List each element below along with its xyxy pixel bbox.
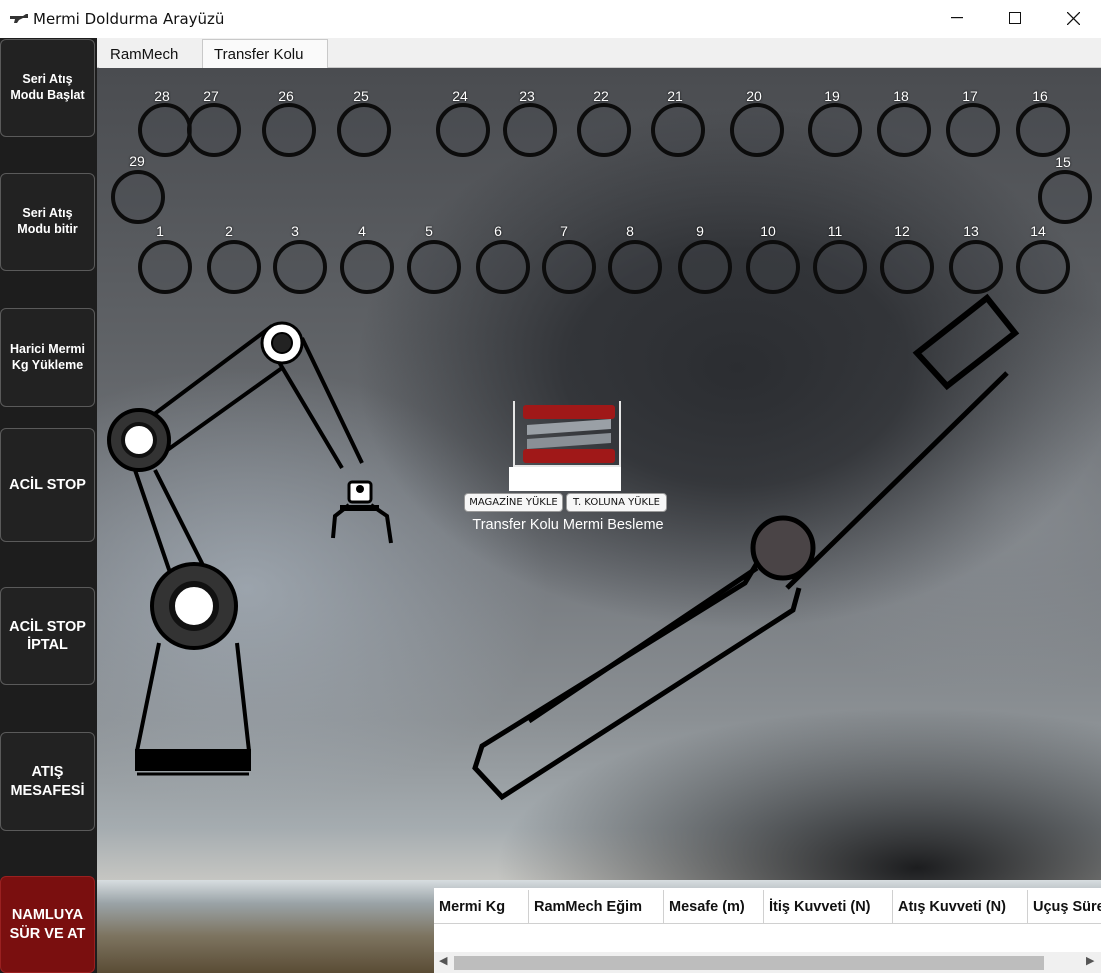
external-ammo-kg-load-button[interactable]: Harici Mermi Kg Yükleme xyxy=(0,308,95,407)
slot-number-label: 2 xyxy=(225,223,233,239)
magazine-slot-ring[interactable] xyxy=(1038,170,1092,224)
slot-number-label: 5 xyxy=(425,223,433,239)
feeder-caption: Transfer Kolu Mermi Besleme xyxy=(472,517,664,533)
slot-number-label: 18 xyxy=(893,88,909,104)
slot-number-label: 4 xyxy=(358,223,366,239)
slot-number-label: 7 xyxy=(560,223,568,239)
magazine-slot-ring[interactable] xyxy=(808,103,862,157)
magazine-slot-ring[interactable] xyxy=(946,103,1000,157)
slot-number-label: 26 xyxy=(278,88,294,104)
scroll-left-icon[interactable]: ◀ xyxy=(439,954,447,967)
magazine-slot-ring[interactable] xyxy=(577,103,631,157)
robot-arm-base xyxy=(135,749,251,771)
slot-number-label: 23 xyxy=(519,88,535,104)
magazine-slot-ring[interactable] xyxy=(949,240,1003,294)
emergency-stop-button[interactable]: ACİL STOP xyxy=(0,428,95,542)
slot-number-label: 24 xyxy=(452,88,468,104)
scroll-right-icon[interactable]: ▶ xyxy=(1086,954,1094,967)
magazine-slot-ring[interactable] xyxy=(262,103,316,157)
slot-number-label: 25 xyxy=(353,88,369,104)
magazine-slot-ring[interactable] xyxy=(207,240,261,294)
magazine-slot-ring[interactable] xyxy=(651,103,705,157)
feeder-magazine xyxy=(509,401,621,491)
transfer-arm-pivot xyxy=(750,515,816,581)
gun-icon xyxy=(10,14,28,23)
magazine-slot-ring[interactable] xyxy=(877,103,931,157)
column-header[interactable]: RamMech Eğim xyxy=(529,890,664,924)
close-button[interactable] xyxy=(1044,0,1101,36)
magazine-slot-ring[interactable] xyxy=(880,240,934,294)
magazine-slot-ring[interactable] xyxy=(608,240,662,294)
magazine-slot-ring[interactable] xyxy=(1016,103,1070,157)
firing-distance-button[interactable]: ATIŞ MESAFESİ xyxy=(0,732,95,831)
magazine-slot-ring[interactable] xyxy=(503,103,557,157)
slot-number-label: 9 xyxy=(696,223,704,239)
column-header[interactable]: Uçuş Süre xyxy=(1028,890,1101,924)
slot-number-label: 19 xyxy=(824,88,840,104)
magazine-slot-ring[interactable] xyxy=(813,240,867,294)
slot-number-label: 27 xyxy=(203,88,219,104)
slot-number-label: 11 xyxy=(827,223,843,239)
load-transfer-arm-button[interactable]: T. KOLUNA YÜKLE xyxy=(566,493,667,512)
slot-number-label: 15 xyxy=(1055,154,1071,170)
column-header[interactable]: Mermi Kg xyxy=(434,890,529,924)
slot-number-label: 13 xyxy=(963,223,979,239)
column-header[interactable]: Atış Kuvveti (N) xyxy=(893,890,1028,924)
magazine-slot-ring[interactable] xyxy=(730,103,784,157)
magazine-slot-ring[interactable] xyxy=(436,103,490,157)
tab-bar: RamMech Transfer Kolu xyxy=(97,38,1101,68)
magazine-slot-ring[interactable] xyxy=(337,103,391,157)
slot-number-label: 8 xyxy=(626,223,634,239)
magazine-tray xyxy=(509,467,621,491)
slot-number-label: 3 xyxy=(291,223,299,239)
slot-number-label: 6 xyxy=(494,223,502,239)
title-bar: Mermi Doldurma Arayüzü xyxy=(0,0,1101,38)
magazine-slot-ring[interactable] xyxy=(187,103,241,157)
emergency-stop-cancel-button[interactable]: ACİL STOP İPTAL xyxy=(0,587,95,685)
magazine-slot-ring[interactable] xyxy=(678,240,732,294)
robot-arm xyxy=(107,321,393,776)
transfer-arm-scene: 28 27 26 25 24 23 22 21 20 19 18 17 16 1 2 3 4 5 6 7 8 9 10 11 1… xyxy=(97,68,1101,973)
magazine-slot-ring[interactable] xyxy=(273,240,327,294)
maximize-button[interactable] xyxy=(986,0,1044,36)
scrollbar-thumb[interactable] xyxy=(454,956,1044,970)
slot-number-label: 10 xyxy=(760,223,776,239)
magazine-slot-ring[interactable] xyxy=(542,240,596,294)
tab-transfer-kolu[interactable]: Transfer Kolu xyxy=(202,39,328,68)
magazine-slot-ring[interactable] xyxy=(138,240,192,294)
slot-number-label: 14 xyxy=(1030,223,1046,239)
table-header-row: Mermi Kg RamMech Eğim Mesafe (m) İtiş Ku… xyxy=(434,890,1101,924)
magazine-slot-rings xyxy=(111,103,1092,294)
tab-rammech[interactable]: RamMech xyxy=(99,40,203,68)
minimize-button[interactable] xyxy=(928,0,986,36)
slot-number-label: 1 xyxy=(156,223,164,239)
slot-number-label: 16 xyxy=(1032,88,1048,104)
magazine-frame xyxy=(513,401,621,467)
magazine-slot-ring[interactable] xyxy=(138,103,192,157)
window-title: Mermi Doldurma Arayüzü xyxy=(33,10,225,28)
column-header[interactable]: İtiş Kuvveti (N) xyxy=(764,890,893,924)
sidebar: Seri Atış Modu Başlat Seri Atış Modu bit… xyxy=(0,38,97,973)
slot-number-label: 21 xyxy=(667,88,683,104)
magazine-slot-ring[interactable] xyxy=(746,240,800,294)
slot-number-label: 22 xyxy=(593,88,609,104)
magazine-slot-ring[interactable] xyxy=(340,240,394,294)
magazine-slot-ring[interactable] xyxy=(111,170,165,224)
horizontal-scrollbar[interactable]: ◀ ▶ xyxy=(434,952,1101,973)
slot-number-label: 17 xyxy=(962,88,978,104)
slot-number-label: 29 xyxy=(129,153,145,169)
magazine-slot-ring[interactable] xyxy=(476,240,530,294)
load-and-fire-button[interactable]: NAMLUYA SÜR VE AT xyxy=(0,876,95,973)
load-magazine-button[interactable]: MAGAZİNE YÜKLE xyxy=(464,493,563,512)
column-header[interactable]: Mesafe (m) xyxy=(664,890,764,924)
magazine-slot-ring[interactable] xyxy=(407,240,461,294)
magazine-slot-ring[interactable] xyxy=(1016,240,1070,294)
slot-number-label: 20 xyxy=(746,88,762,104)
burst-mode-stop-button[interactable]: Seri Atış Modu bitir xyxy=(0,173,95,271)
slot-number-label: 12 xyxy=(894,223,910,239)
slot-number-label: 28 xyxy=(154,88,170,104)
transfer-arm xyxy=(472,293,1020,801)
results-table: Mermi Kg RamMech Eğim Mesafe (m) İtiş Ku… xyxy=(434,888,1101,973)
burst-mode-start-button[interactable]: Seri Atış Modu Başlat xyxy=(0,39,95,137)
